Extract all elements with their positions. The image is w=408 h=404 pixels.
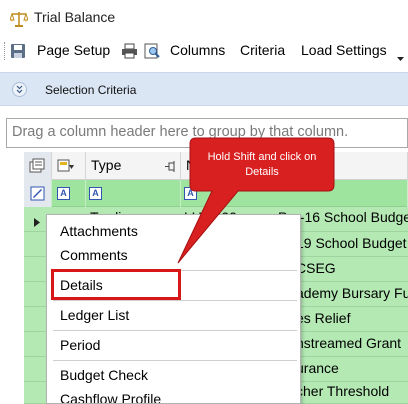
criteria-button[interactable]: Criteria bbox=[240, 42, 285, 58]
menu-item-comments[interactable]: Comments bbox=[60, 247, 128, 263]
menu-separator bbox=[53, 360, 297, 361]
row-description: es Relief bbox=[296, 310, 351, 326]
columns-button[interactable]: Columns bbox=[170, 42, 225, 58]
column-chooser-button[interactable] bbox=[24, 152, 52, 180]
page-setup-button[interactable]: Page Setup bbox=[37, 42, 110, 58]
title-bar: Trial Balance bbox=[0, 0, 408, 36]
menu-item-period[interactable]: Period bbox=[60, 337, 100, 353]
print-preview-icon[interactable] bbox=[144, 43, 160, 64]
group-by-hint: Drag a column header here to group by th… bbox=[12, 124, 349, 140]
attachment-header-icon bbox=[57, 159, 74, 172]
row-description: ademy Bursary Fu bbox=[296, 285, 408, 301]
save-icon[interactable] bbox=[10, 43, 26, 64]
clear-filter-icon bbox=[30, 186, 45, 201]
pin-icon[interactable] bbox=[165, 161, 176, 172]
row-description: nstreamed Grant bbox=[296, 335, 402, 351]
row-description: cher Threshold bbox=[296, 383, 390, 399]
toolbar-grip bbox=[4, 42, 6, 60]
menu-item-cashflow-profile[interactable]: Cashflow Profile bbox=[60, 391, 161, 403]
load-settings-button[interactable]: Load Settings bbox=[301, 42, 387, 58]
filter-cell-attachment[interactable]: A bbox=[52, 180, 86, 207]
header-type-column[interactable]: Type bbox=[86, 152, 181, 180]
row-description: urance bbox=[296, 360, 339, 376]
menu-item-ledger-list[interactable]: Ledger List bbox=[60, 307, 129, 323]
filter-row: A A A bbox=[24, 180, 408, 207]
row-description: 19 School Budget bbox=[296, 235, 407, 251]
row-description: CSEG bbox=[296, 260, 336, 276]
header-attachment-column[interactable] bbox=[52, 152, 86, 180]
column-chooser-icon bbox=[29, 158, 45, 173]
group-by-panel[interactable]: Drag a column header here to group by th… bbox=[6, 118, 408, 148]
menu-separator bbox=[53, 330, 297, 331]
clear-filter-cell[interactable] bbox=[24, 180, 52, 207]
row-indicator-icon bbox=[34, 214, 40, 232]
filter-text-icon: A bbox=[184, 187, 197, 200]
menu-item-budget-check[interactable]: Budget Check bbox=[60, 367, 148, 383]
filter-cell-type[interactable]: A bbox=[86, 180, 181, 207]
menu-separator bbox=[53, 300, 297, 301]
menu-item-attachments[interactable]: Attachments bbox=[60, 223, 138, 239]
filter-text-icon: A bbox=[57, 187, 70, 200]
print-icon[interactable] bbox=[121, 43, 138, 64]
toolbar: Page Setup Columns Criteria Load Setting… bbox=[0, 36, 408, 66]
selection-criteria-label: Selection Criteria bbox=[45, 83, 137, 97]
context-menu: Attachments Comments Details Ledger List… bbox=[46, 214, 301, 404]
chevron-down-icon[interactable] bbox=[397, 49, 404, 67]
expand-toggle[interactable] bbox=[12, 82, 27, 97]
selection-criteria-panel: Selection Criteria bbox=[0, 72, 408, 106]
type-header-label: Type bbox=[91, 157, 122, 173]
scales-icon bbox=[9, 10, 29, 33]
details-highlight-box bbox=[51, 269, 181, 300]
filter-text-icon: A bbox=[89, 187, 102, 200]
callout-text: Hold Shift and click on Details bbox=[207, 151, 317, 178]
filter-cell-description[interactable]: A bbox=[181, 180, 408, 207]
window-title: Trial Balance bbox=[34, 9, 116, 25]
